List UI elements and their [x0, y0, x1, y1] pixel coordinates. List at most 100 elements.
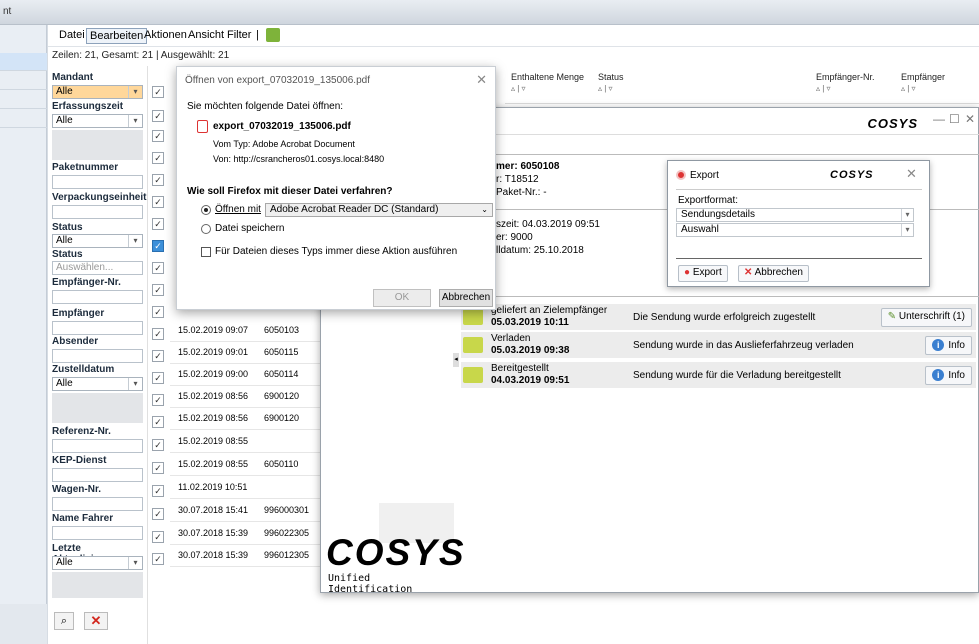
export-format-select[interactable]: Sendungsdetails ▾	[676, 208, 914, 222]
table-row[interactable]: 15.02.2019 08:56 6900120	[170, 408, 320, 430]
always-label[interactable]: Für Dateien dieses Typs immer diese Akti…	[215, 246, 457, 257]
sort-icon[interactable]: ▵ | ▿	[511, 84, 584, 93]
close-icon[interactable]: ✕	[476, 72, 487, 88]
table-row[interactable]: 15.02.2019 09:01 6050115	[170, 342, 320, 364]
export-button[interactable]: ● Export	[678, 265, 728, 282]
row-checkbox[interactable]: ✓	[152, 152, 164, 164]
wagen-input[interactable]	[52, 497, 143, 511]
menu-aktionen[interactable]: Aktionen	[141, 28, 190, 42]
row-checkbox[interactable]: ✓	[152, 262, 164, 274]
absender-input[interactable]	[52, 349, 143, 363]
column-header-empfaenger-nr[interactable]: Empfänger-Nr. ▵ | ▿	[816, 72, 875, 93]
row-checkbox[interactable]: ✓	[152, 553, 164, 565]
empfaenger-input[interactable]	[52, 321, 143, 335]
row-checkbox[interactable]: ✓	[152, 196, 164, 208]
table-row[interactable]: 15.02.2019 09:07 6050103	[170, 320, 320, 342]
status-select[interactable]: Alle ▾	[52, 234, 143, 248]
nav-row[interactable]	[0, 91, 47, 109]
row-checkbox[interactable]: ✓	[152, 531, 164, 543]
cell-number: 6050103	[264, 325, 300, 335]
clear-filter-icon[interactable]: ✕	[84, 612, 108, 630]
row-checkbox[interactable]: ✓	[152, 174, 164, 186]
signature-button[interactable]: ✎ Unterschrift (1)	[880, 308, 972, 327]
cell-date: 15.02.2019 09:00	[178, 369, 249, 379]
sort-icon[interactable]: ▵ | ▿	[901, 84, 945, 93]
table-row[interactable]: 11.02.2019 10:51	[170, 477, 320, 499]
save-file-label[interactable]: Datei speichern	[215, 223, 284, 234]
row-checkbox[interactable]: ✓	[152, 372, 164, 384]
row-checkbox[interactable]: ✓	[152, 508, 164, 520]
row-checkbox[interactable]: ✓	[152, 462, 164, 474]
row-checkbox[interactable]: ✓	[152, 218, 164, 230]
divider	[461, 296, 979, 297]
table-row[interactable]: 30.07.2018 15:39 996022305	[170, 523, 320, 545]
maximize-icon[interactable]: ☐	[949, 112, 960, 126]
close-icon[interactable]: ✕	[965, 112, 975, 126]
table-row[interactable]: 15.02.2019 08:55 6050110	[170, 454, 320, 476]
mandant-select[interactable]: Alle ▾	[52, 85, 143, 99]
status-multiselect[interactable]: Auswählen...	[52, 261, 143, 275]
ok-button[interactable]: OK	[373, 289, 431, 307]
table-row[interactable]: 15.02.2019 09:00 6050114	[170, 364, 320, 386]
row-checkbox[interactable]: ✓	[152, 240, 164, 252]
open-with-label[interactable]: Öffnen mit	[215, 204, 261, 215]
open-with-radio[interactable]	[201, 205, 211, 215]
referenz-input[interactable]	[52, 439, 143, 453]
column-header-status[interactable]: Status ▵ | ▿	[598, 72, 624, 93]
menu-ansicht[interactable]: Ansicht	[185, 28, 227, 42]
row-checkbox[interactable]: ✓	[152, 306, 164, 318]
row-checkbox[interactable]: ✓	[152, 394, 164, 406]
row-checkbox[interactable]: ✓	[152, 86, 164, 98]
cancel-button[interactable]: ✕ Abbrechen	[738, 265, 809, 282]
table-row[interactable]: 30.07.2018 15:39 996012305	[170, 545, 320, 567]
always-checkbox[interactable]	[201, 247, 211, 257]
sort-icon[interactable]: ▵ | ▿	[598, 84, 624, 93]
aktualisierung-select[interactable]: Alle ▾	[52, 556, 143, 570]
row-checkbox[interactable]: ✓	[152, 350, 164, 362]
collapse-arrow-icon[interactable]: ◂	[453, 353, 459, 367]
application-select[interactable]: Adobe Acrobat Reader DC (Standard) ⌄	[265, 203, 493, 217]
export-icon: ●	[684, 267, 691, 278]
delivery-date: lldatum: 25.10.2018	[496, 245, 584, 256]
menu-datei[interactable]: Datei	[56, 28, 88, 42]
column-header-menge[interactable]: Enthaltene Menge ▵ | ▿	[511, 72, 584, 93]
nav-row[interactable]	[0, 53, 47, 71]
kep-input[interactable]	[52, 468, 143, 482]
cancel-button[interactable]: Abbrechen	[439, 289, 493, 307]
info-button[interactable]: i Info	[925, 366, 972, 385]
row-checkbox[interactable]: ✓	[152, 416, 164, 428]
sort-icon[interactable]: ▵ | ▿	[816, 84, 875, 93]
erfassungszeit-select[interactable]: Alle ▾	[52, 114, 143, 128]
nav-row[interactable]	[0, 110, 47, 128]
export-format-label: Exportformat:	[678, 195, 739, 206]
verpackungseinheit-input[interactable]	[52, 205, 143, 219]
row-checkbox[interactable]: ✓	[152, 130, 164, 142]
zustelldatum-select[interactable]: Alle ▾	[52, 377, 143, 391]
cell-date: 30.07.2018 15:39	[178, 550, 249, 560]
filter-label-verpackungseinheit: Verpackungseinheit	[52, 192, 147, 203]
table-row[interactable]: 15.02.2019 08:55	[170, 431, 320, 453]
row-checkbox[interactable]: ✓	[152, 328, 164, 340]
nav-row[interactable]	[0, 72, 47, 90]
paketnummer-input[interactable]	[52, 175, 143, 189]
row-checkbox[interactable]: ✓	[152, 284, 164, 296]
row-checkbox[interactable]: ✓	[152, 439, 164, 451]
menu-bearbeiten[interactable]: Bearbeiten	[86, 28, 148, 44]
export-selection-select[interactable]: Auswahl ▾	[676, 223, 914, 237]
table-row[interactable]: 15.02.2019 08:56 6900120	[170, 386, 320, 408]
minimize-icon[interactable]: —	[933, 112, 945, 126]
save-file-radio[interactable]	[201, 224, 211, 234]
export-selection-value: Auswahl	[681, 224, 719, 235]
info-button[interactable]: i Info	[925, 336, 972, 355]
binoculars-icon[interactable]: ⌕	[54, 612, 74, 630]
close-icon[interactable]: ✕	[906, 166, 917, 182]
row-checkbox[interactable]: ✓	[152, 110, 164, 122]
menu-filter[interactable]: Filter	[224, 28, 254, 42]
empfaenger-nr-input[interactable]	[52, 290, 143, 304]
fahrer-input[interactable]	[52, 526, 143, 540]
row-checkbox[interactable]: ✓	[152, 485, 164, 497]
date-range-area	[52, 130, 143, 160]
tools-icon[interactable]	[266, 28, 280, 42]
column-header-empfaenger[interactable]: Empfänger ▵ | ▿	[901, 72, 945, 93]
table-row[interactable]: 30.07.2018 15:41 996000301	[170, 500, 320, 522]
